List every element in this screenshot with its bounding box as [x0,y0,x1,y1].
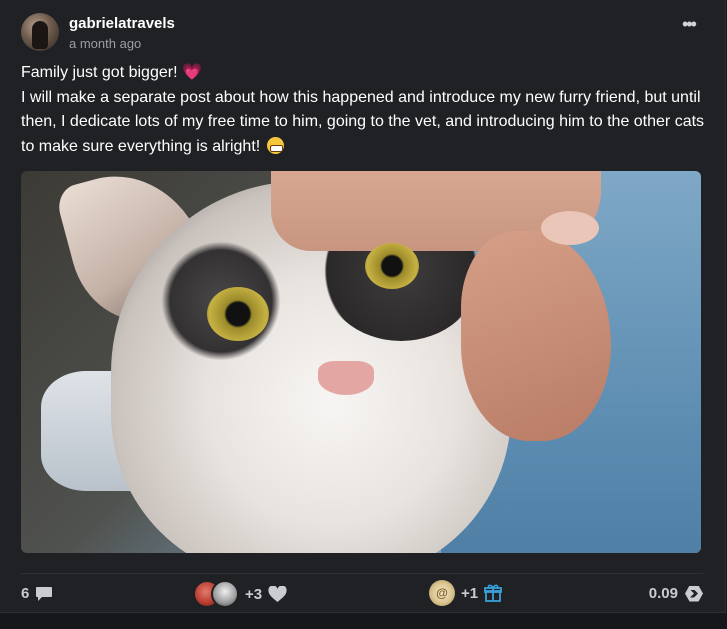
post-footer: 6 +3 @ +1 0.09 [21,573,703,614]
post-card: gabrielatravels a month ago ••• Family j… [0,0,726,613]
post-paragraph-1: Family just got bigger! 💗 [21,61,711,86]
author-username[interactable]: gabrielatravels [69,15,175,32]
speech-bubble-icon [36,586,53,601]
voter-avatar[interactable] [211,580,239,608]
tips-area[interactable]: @ +1 [429,580,503,606]
payout-area[interactable]: 0.09 [649,585,703,602]
post-image[interactable] [21,171,701,553]
payout-value[interactable]: 0.09 [649,585,678,602]
heart-icon[interactable] [268,585,287,603]
post-body: Family just got bigger! 💗 I will make a … [21,61,711,159]
tipper-avatar[interactable]: @ [429,580,455,606]
photo-cat-nose [318,361,374,395]
voter-avatars[interactable] [193,580,239,608]
extra-tippers-count[interactable]: +1 [461,585,478,602]
author-avatar[interactable] [21,13,59,51]
post-paragraph-1-text: Family just got bigger! [21,64,182,81]
comment-count: 6 [21,585,30,602]
post-paragraph-2-text: I will make a separate post about how th… [21,88,705,155]
post-timestamp[interactable]: a month ago [69,36,141,51]
photo-cat-eye-right [365,243,419,289]
heart-emoji-icon: 💗 [181,64,202,81]
grimace-emoji-icon [266,136,284,154]
gift-icon[interactable] [484,584,503,602]
extra-voters-count[interactable]: +3 [245,586,262,603]
more-horizontal-icon[interactable]: ••• [682,15,697,33]
photo-cat-eye-left [207,287,269,341]
avatar-silhouette [32,21,48,49]
votes-area[interactable]: +3 [193,580,287,608]
hive-logo-icon [685,585,703,602]
photo-nail [541,211,599,245]
comments-button[interactable]: 6 [21,585,53,602]
post-paragraph-2: I will make a separate post about how th… [21,86,711,160]
